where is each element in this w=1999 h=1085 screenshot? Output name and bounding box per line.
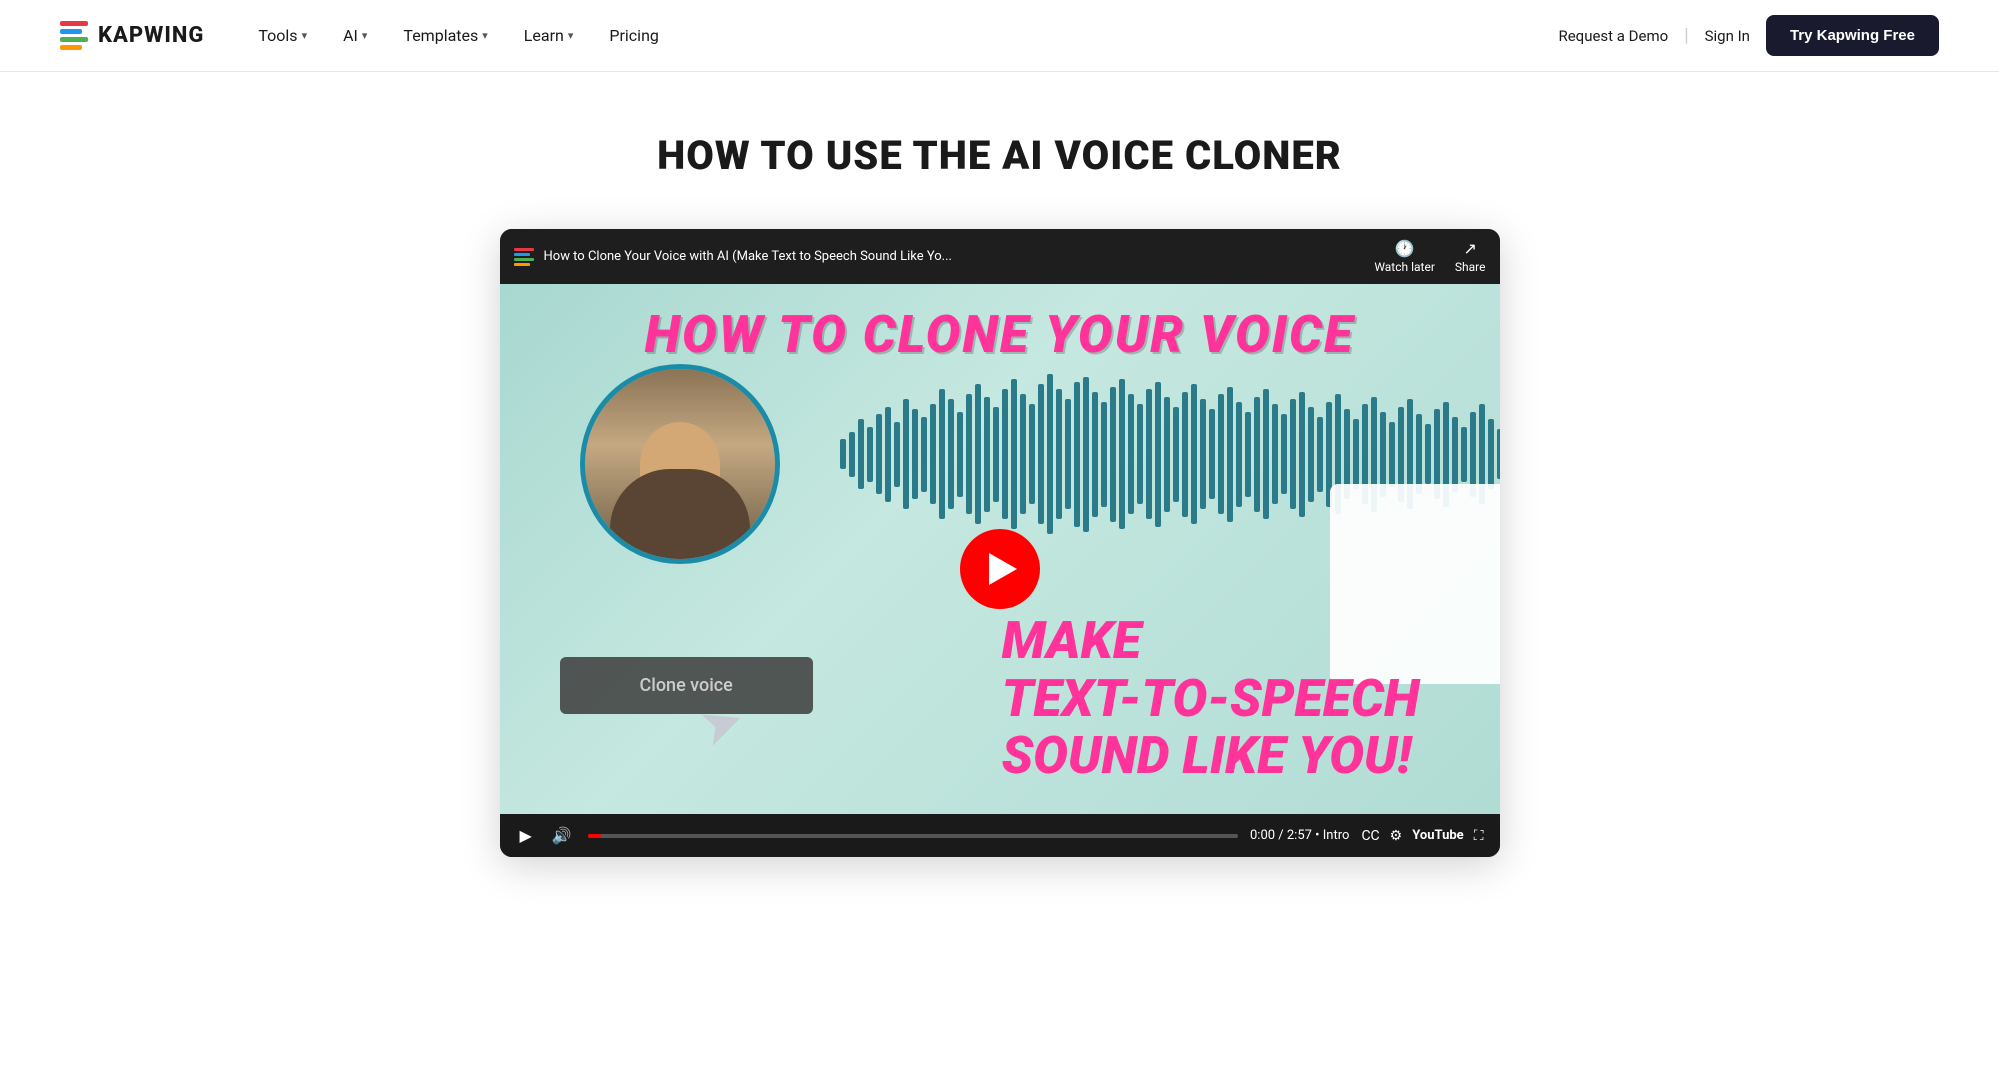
ctrl-right: CC ⚙ YouTube ⛶ [1361,828,1483,844]
play-pause-button[interactable]: ▶ [516,822,536,849]
clone-voice-display: Clone voice [560,657,813,714]
request-demo-link[interactable]: Request a Demo [1558,27,1668,45]
make-text-line1: MAKE [1002,612,1420,669]
chevron-down-icon: ▾ [302,29,308,42]
video-thumbnail: HOW TO CLONE YOUR VOICE Clone voice [500,284,1500,814]
progress-bar[interactable] [588,834,1238,838]
make-text-line3: SOUND LIKE YOU! [1002,727,1420,784]
chevron-down-icon: ▾ [482,29,488,42]
nav-tools[interactable]: Tools ▾ [244,18,321,53]
settings-button[interactable]: ⚙ [1390,828,1403,844]
nav-templates[interactable]: Templates ▾ [389,18,501,53]
play-icon [989,553,1017,585]
nav-divider: | [1684,25,1688,46]
fullscreen-button[interactable]: ⛶ [1474,828,1484,844]
share-icon: ↗ [1464,239,1477,258]
nav-learn[interactable]: Learn ▾ [510,18,588,53]
logo-icon [60,21,88,50]
navbar: KAPWING Tools ▾ AI ▾ Templates ▾ Learn ▾… [0,0,1999,72]
bottom-text-overlay: MAKE TEXT-TO-SPEECH SOUND LIKE YOU! [1002,612,1420,784]
make-text-line2: TEXT-TO-SPEECH [1002,670,1420,727]
play-button[interactable] [960,529,1040,609]
sign-in-link[interactable]: Sign In [1705,27,1750,45]
share-button[interactable]: ↗ Share [1455,239,1486,274]
nav-ai[interactable]: AI ▾ [329,18,381,53]
yt-video-title: How to Clone Your Voice with AI (Make Te… [544,249,1365,264]
page-title: HOW TO USE THE AI VOICE CLONER [657,132,1342,179]
yt-topbar: How to Clone Your Voice with AI (Make Te… [500,229,1500,284]
chevron-down-icon: ▾ [568,29,574,42]
video-overlay-title: HOW TO CLONE YOUR VOICE [500,304,1500,365]
profile-image [585,369,775,559]
time-display: 0:00 / 2:57 • Intro [1250,828,1349,843]
yt-wordmark: YouTube [1412,828,1463,843]
clock-icon: 🕐 [1395,239,1415,258]
logo-link[interactable]: KAPWING [60,21,204,50]
logo-text: KAPWING [98,23,204,48]
yt-logo-icon [514,248,534,266]
cc-button[interactable]: CC [1361,828,1379,844]
yt-top-actions: 🕐 Watch later ↗ Share [1374,239,1485,274]
chevron-down-icon: ▾ [362,29,368,42]
nav-pricing[interactable]: Pricing [595,18,673,53]
video-container: How to Clone Your Voice with AI (Make Te… [500,229,1500,857]
main-content: HOW TO USE THE AI VOICE CLONER How to Cl… [0,72,1999,937]
progress-fill [588,834,601,838]
nav-right: Request a Demo | Sign In Try Kapwing Fre… [1558,15,1939,56]
nav-links: Tools ▾ AI ▾ Templates ▾ Learn ▾ Pricing [244,18,1558,53]
try-free-button[interactable]: Try Kapwing Free [1766,15,1939,56]
video-controls: ▶ 🔊 0:00 / 2:57 • Intro CC ⚙ YouTube ⛶ [500,814,1500,857]
volume-button[interactable]: 🔊 [548,822,576,849]
watch-later-button[interactable]: 🕐 Watch later [1374,239,1435,274]
profile-circle [580,364,780,564]
